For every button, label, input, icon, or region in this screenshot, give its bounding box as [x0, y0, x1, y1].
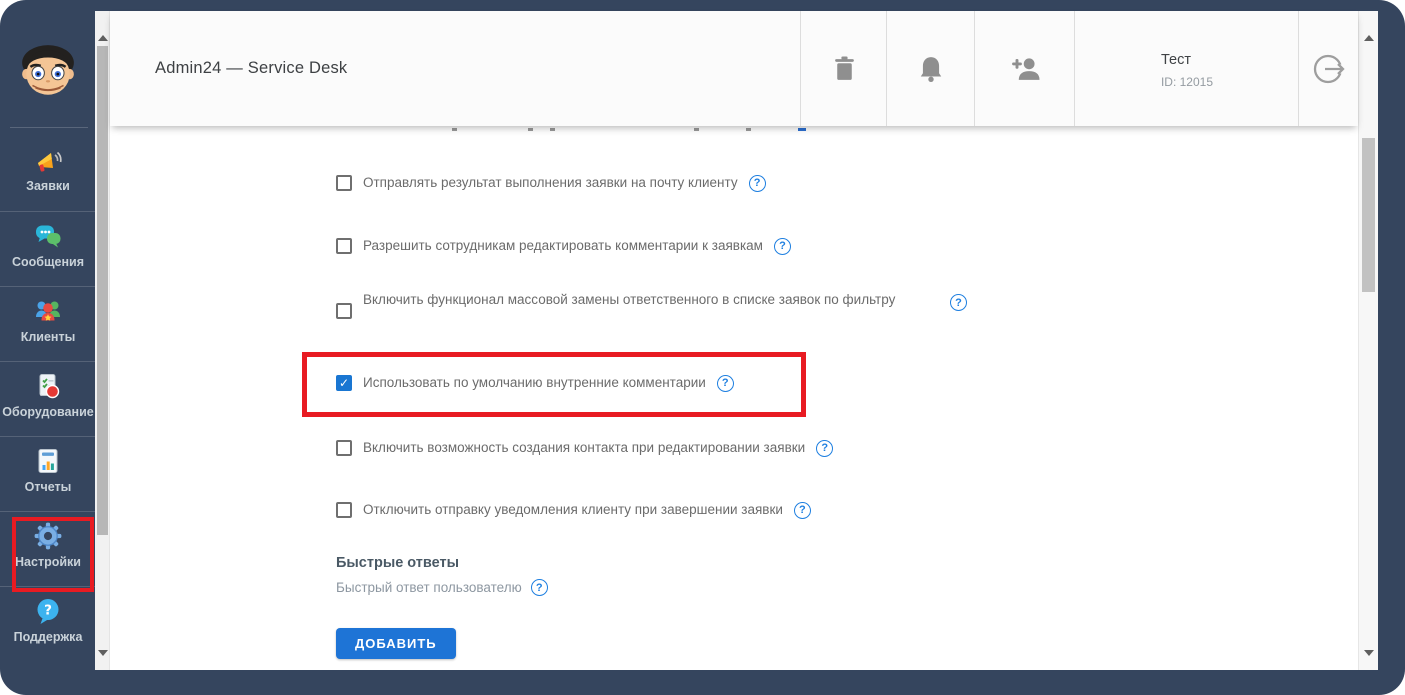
sidebar-item-oborudovanie[interactable]: Оборудование [0, 361, 96, 436]
notifications-button[interactable] [886, 11, 975, 126]
page-scrollbar[interactable] [1358, 11, 1378, 670]
megaphone-icon [34, 145, 62, 174]
header: Admin24 — Service Desk Тест ID: 12015 [110, 11, 1358, 126]
checkbox[interactable] [336, 375, 352, 392]
sidebar-divider [10, 127, 88, 128]
setting-row: Использовать по умолчанию внутренние ком… [336, 373, 734, 393]
people-icon [34, 296, 62, 325]
scroll-down-icon[interactable] [1364, 650, 1374, 656]
help-icon[interactable]: ? [773, 237, 791, 255]
quick-replies-subtext: Быстрый ответ пользователю ? [336, 579, 548, 596]
help-icon[interactable]: ? [716, 374, 734, 392]
user-menu[interactable]: Тест ID: 12015 [1074, 11, 1299, 126]
bell-icon [920, 56, 942, 82]
sidebar-item-nastroyki[interactable]: Настройки [0, 511, 96, 586]
scroll-up-icon[interactable] [1364, 35, 1374, 41]
scrollbar-thumb[interactable] [97, 46, 108, 535]
content-scrollbar[interactable] [95, 11, 110, 670]
app-window: Admin24 — Service Desk Тест ID: 12015 От… [95, 11, 1378, 670]
clipped-row-remnant [110, 128, 1358, 132]
support-icon: ? [34, 596, 62, 625]
setting-row: Включить функционал массовой замены отве… [336, 290, 967, 319]
logout-button[interactable] [1298, 11, 1359, 126]
reports-icon [34, 446, 62, 475]
sidebar-item-label: Поддержка [13, 630, 83, 644]
setting-label: Отключить отправку уведомления клиенту п… [363, 502, 783, 517]
checkbox[interactable] [336, 502, 352, 519]
equipment-icon [34, 371, 62, 400]
setting-label: Включить возможность создания контакта п… [363, 440, 806, 455]
help-icon[interactable]: ? [950, 294, 967, 311]
user-id: ID: 12015 [1160, 75, 1214, 89]
setting-row: Включить возможность создания контакта п… [336, 438, 834, 458]
checkbox[interactable] [336, 238, 352, 255]
sidebar-item-podderzhka[interactable]: ? Поддержка [0, 586, 96, 661]
trash-icon [834, 56, 854, 80]
user-name: Тест [1160, 52, 1191, 68]
add-quick-reply-button[interactable]: ДОБАВИТЬ [336, 628, 456, 659]
sidebar-item-klienty[interactable]: Клиенты [0, 286, 96, 361]
setting-row: Отправлять результат выполнения заявки н… [336, 173, 766, 193]
checkbox[interactable] [336, 303, 352, 319]
setting-label: Использовать по умолчанию внутренние ком… [363, 375, 706, 390]
scrollbar-thumb[interactable] [1362, 138, 1375, 292]
sidebar-item-label: Клиенты [20, 330, 76, 344]
trash-button[interactable] [800, 11, 887, 126]
setting-row: Отключить отправку уведомления клиенту п… [336, 500, 811, 520]
sidebar-item-soobshcheniya[interactable]: Сообщения [0, 211, 96, 286]
checkbox[interactable] [336, 175, 352, 192]
sidebar-item-label: Заявки [26, 179, 70, 193]
page-title: Admin24 — Service Desk [155, 59, 348, 77]
person-add-icon [1012, 58, 1040, 80]
checkbox[interactable] [336, 440, 352, 457]
help-icon[interactable]: ? [793, 501, 811, 519]
sidebar-item-zayavki[interactable]: Заявки [0, 136, 96, 211]
scroll-up-icon[interactable] [98, 35, 108, 41]
avatar [0, 42, 96, 102]
sidebar-item-otchety[interactable]: Отчеты [0, 436, 96, 511]
logout-icon [1313, 54, 1347, 83]
sidebar-item-label: Сообщения [11, 255, 85, 269]
sidebar-item-label: Отчеты [24, 480, 72, 494]
settings-panel: Отправлять результат выполнения заявки н… [110, 126, 1358, 670]
help-icon[interactable]: ? [816, 439, 834, 457]
sidebar-item-label: Оборудование [2, 405, 94, 419]
svg-text:?: ? [44, 602, 52, 618]
help-icon[interactable]: ? [530, 579, 548, 596]
sidebar-items: Заявки Сообщения Клиенты Оборудование От… [0, 136, 96, 661]
setting-label: Разрешить сотрудникам редактировать комм… [363, 238, 763, 253]
add-user-button[interactable] [974, 11, 1075, 126]
help-icon[interactable]: ? [748, 174, 766, 192]
quick-replies-heading: Быстрые ответы [336, 555, 459, 571]
scroll-down-icon[interactable] [98, 650, 108, 656]
gear-icon [33, 521, 63, 550]
sidebar-item-label: Настройки [15, 555, 81, 569]
setting-label: Отправлять результат выполнения заявки н… [363, 175, 738, 190]
app-frame: Заявки Сообщения Клиенты Оборудование От… [0, 0, 1405, 695]
sidebar: Заявки Сообщения Клиенты Оборудование От… [0, 0, 96, 695]
chat-icon [34, 221, 62, 250]
setting-row: Разрешить сотрудникам редактировать комм… [336, 236, 791, 256]
setting-label: Включить функционал массовой замены отве… [363, 292, 896, 307]
